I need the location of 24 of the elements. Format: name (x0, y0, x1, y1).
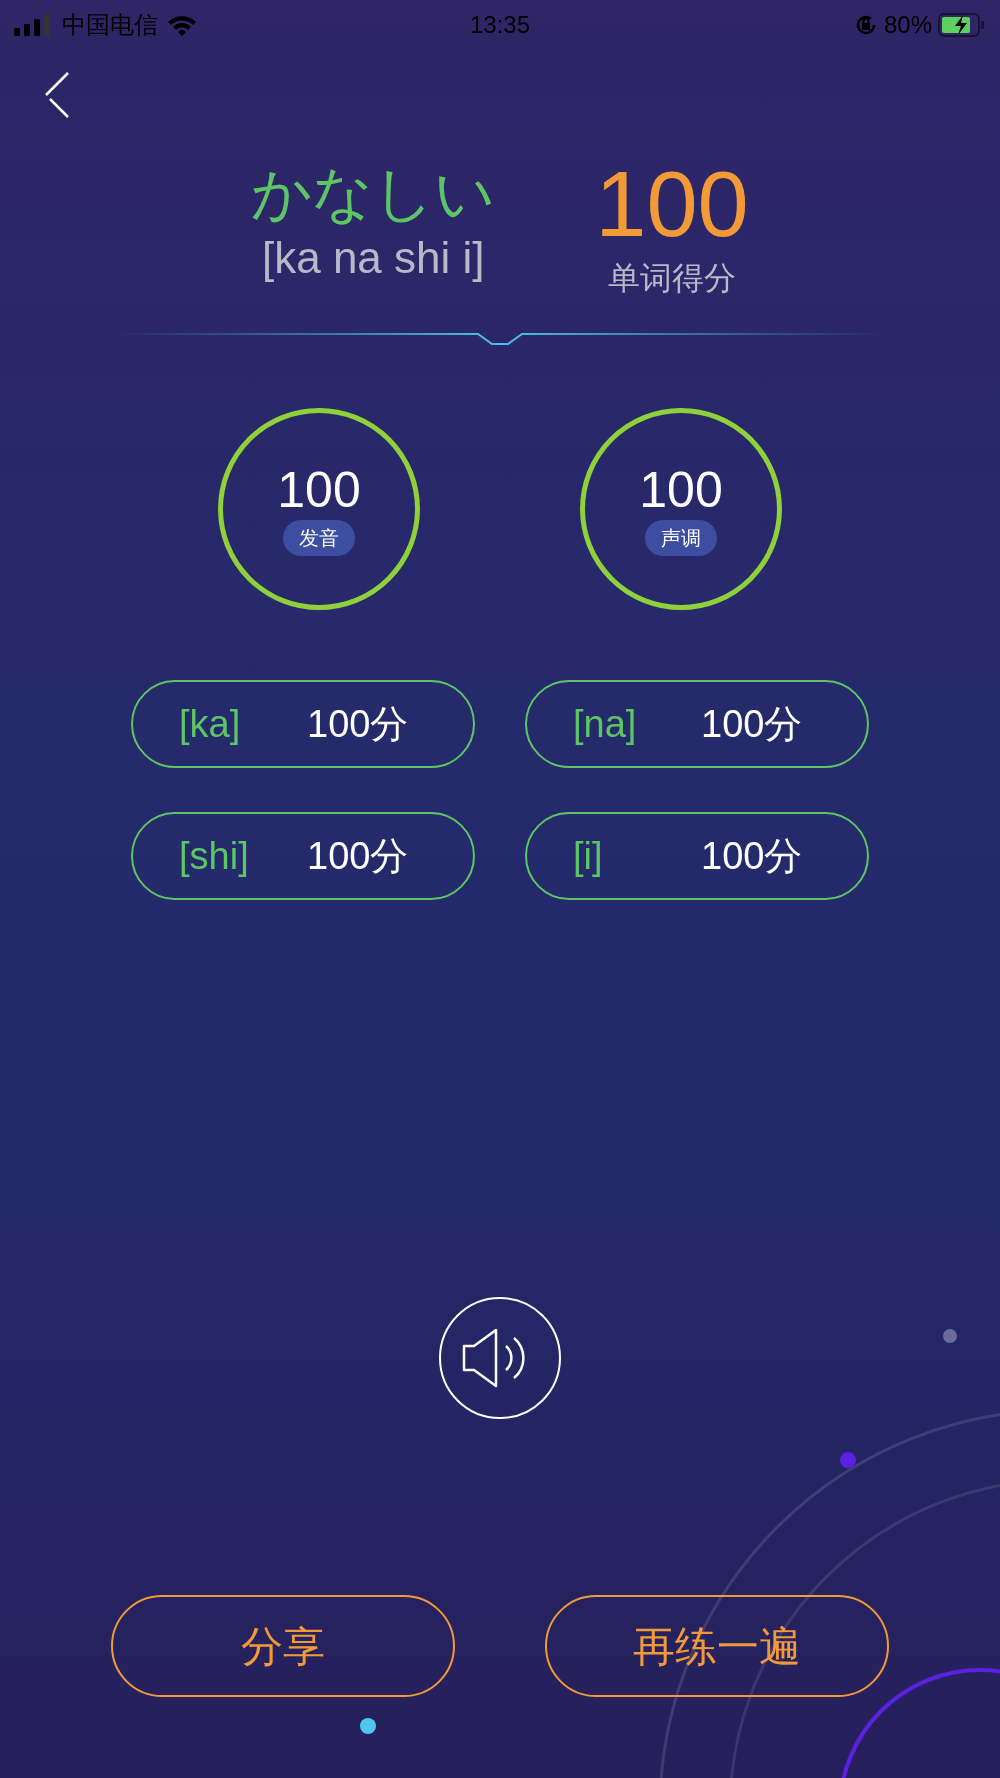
clock-time: 13:35 (469, 10, 531, 40)
carrier-name: 中国电信 (62, 10, 158, 40)
score-category-tag: 声调 (645, 520, 717, 556)
battery-charging-icon (938, 13, 986, 37)
practice-again-button[interactable]: 再练一遍 (545, 1595, 889, 1697)
syllable-text: [na] (573, 701, 638, 747)
word-score: 100 (595, 158, 749, 250)
word-kana: かなしい (251, 159, 496, 229)
syllable-text: [ka] (179, 701, 242, 747)
score-value: 100 (639, 462, 723, 518)
syllable-score: 100分 (307, 833, 409, 879)
wifi-icon (166, 13, 198, 37)
score-category-tag: 发音 (283, 520, 355, 556)
word-romaji: [ka na shi i] (261, 232, 485, 284)
syllable-score: 100分 (701, 833, 803, 879)
syllable-score: 100分 (307, 701, 409, 747)
battery-percentage: 80% (883, 10, 932, 40)
syllable-text: [shi] (179, 833, 250, 879)
syllable-text: [i] (573, 833, 604, 879)
score-value: 100 (277, 462, 361, 518)
word-score-label: 单词得分 (608, 259, 736, 298)
syllable-score: 100分 (701, 701, 803, 747)
share-button[interactable]: 分享 (111, 1595, 455, 1697)
play-audio-button[interactable] (439, 1297, 561, 1419)
